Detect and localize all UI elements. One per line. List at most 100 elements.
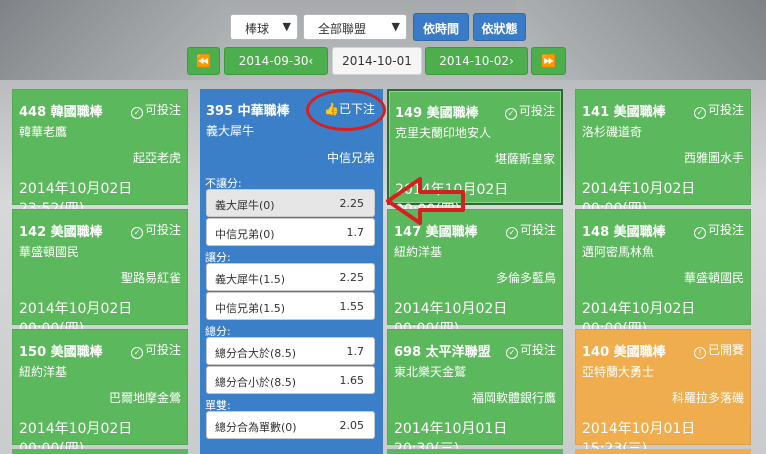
- game-card[interactable]: 147 美國職棒 ✓可投注 紐約洋基 多倫多藍鳥 2014年10月02日 00:…: [387, 209, 563, 337]
- odds-option[interactable]: 總分合小於(8.5) 1.65: [206, 366, 375, 394]
- odds-name: 總分合為單數(0): [215, 421, 297, 434]
- sort-by-time-button[interactable]: 依時間: [413, 13, 469, 41]
- game-status: ! 已開賽: [693, 341, 744, 359]
- odds-option[interactable]: 義大犀牛(0) 2.25: [206, 189, 375, 217]
- current-date-label: 2014-10-01: [342, 54, 412, 68]
- game-title: 149 美國職棒: [395, 106, 479, 121]
- odds-option[interactable]: 總分合大於(8.5) 1.7: [206, 337, 375, 365]
- home-team: 亞特蘭大勇士: [582, 365, 655, 379]
- next-date-button[interactable]: 2014-10-02›: [425, 47, 528, 75]
- away-team: 堪薩斯皇家: [494, 152, 555, 166]
- odds-name: 中信兄弟(0): [215, 228, 275, 241]
- game-card-partial: [387, 449, 563, 454]
- home-team: 韓華老鷹: [19, 125, 68, 139]
- home-team: 克里夫蘭印地安人: [395, 126, 492, 140]
- check-circle-icon: ✓: [505, 347, 518, 359]
- caret-down-icon: ▼: [391, 20, 400, 33]
- odds-name: 中信兄弟(1.5): [215, 302, 286, 315]
- game-title: 141 美國職棒: [582, 105, 666, 120]
- game-status: ✓ 可投注: [505, 341, 556, 359]
- check-circle-icon: ✓: [693, 107, 706, 119]
- sport-select[interactable]: 棒球 ▼: [230, 14, 298, 40]
- game-title: 395 中華職棒: [206, 104, 290, 119]
- away-team: 多倫多藍鳥: [495, 271, 556, 285]
- game-title: 698 太平洋聯盟: [394, 345, 491, 360]
- away-team: 科羅拉多落磯: [671, 391, 744, 405]
- game-card[interactable]: 141 美國職棒 ✓可投注 洛杉磯道奇 西雅圖水手 2014年10月02日 00…: [575, 89, 751, 217]
- last-date-button[interactable]: ⏩: [531, 47, 566, 75]
- odds-option[interactable]: 總分合為單數(0) 2.05: [206, 411, 375, 439]
- check-circle-icon: ✓: [505, 227, 518, 239]
- first-date-button[interactable]: ⏪: [187, 47, 220, 75]
- next-date-label: 2014-10-02: [439, 54, 509, 68]
- game-title: 148 美國職棒: [582, 225, 666, 240]
- odds-value: 1.55: [339, 300, 365, 313]
- game-card[interactable]: 140 美國職棒 ! 已開賽 亞特蘭大勇士 科羅拉多落磯 2014年10月01日 …: [575, 329, 751, 454]
- odds-value: 2.25: [339, 271, 365, 284]
- annotation-arrow-icon: [386, 177, 465, 225]
- fast-backward-icon: ⏪: [196, 54, 211, 68]
- sort-by-status-button[interactable]: 依狀態: [473, 13, 526, 41]
- away-team: 聖路易紅雀: [120, 271, 181, 285]
- game-status: ✓ 可投注: [505, 221, 556, 239]
- game-card[interactable]: 448 韓國職棒 ✓可投注 韓華老鷹 起亞老虎 2014年10月02日 23:5…: [12, 89, 188, 217]
- game-status: ✓ 可投注: [130, 341, 181, 359]
- away-team: 起亞老虎: [132, 151, 181, 165]
- away-team: 中信兄弟: [326, 151, 375, 165]
- home-team: 紐約洋基: [19, 365, 68, 379]
- game-status: ✓ 可投注: [130, 221, 181, 239]
- game-card[interactable]: 142 美國職棒 ✓可投注 華盛頓國民 聖路易紅雀 2014年10月02日 00…: [12, 209, 188, 337]
- odds-value: 2.05: [339, 419, 365, 432]
- odds-name: 總分合大於(8.5): [215, 347, 297, 360]
- game-status: ✓ 可投注: [693, 101, 744, 119]
- away-team: 西雅圖水手: [683, 151, 744, 165]
- fast-forward-icon: ⏩: [541, 54, 556, 68]
- game-card[interactable]: 148 美國職棒 ✓可投注 邁阿密馬林魚 華盛頓國民 2014年10月02日 0…: [575, 209, 751, 337]
- home-team: 華盛頓國民: [19, 245, 80, 259]
- odds-name: 義大犀牛(0): [215, 199, 275, 212]
- away-team: 華盛頓國民: [683, 271, 744, 285]
- sport-select-value: 棒球: [245, 22, 270, 36]
- game-title: 142 美國職棒: [19, 225, 103, 240]
- odds-option[interactable]: 中信兄弟(1.5) 1.55: [206, 292, 375, 320]
- chevron-left-icon: ‹: [308, 54, 314, 68]
- check-circle-icon: ✓: [130, 107, 143, 119]
- check-circle-icon: ✓: [693, 227, 706, 239]
- chevron-right-icon: ›: [508, 54, 514, 68]
- check-circle-icon: ✓: [504, 108, 517, 120]
- game-title: 448 韓國職棒: [19, 105, 103, 120]
- game-card[interactable]: 698 太平洋聯盟 ✓ 可投注 東北樂天金鷲 福岡軟體銀行鷹 2014年10月01…: [387, 329, 563, 454]
- caret-down-icon: ▼: [282, 20, 291, 33]
- game-card-partial: [12, 449, 188, 454]
- away-team: 福岡軟體銀行鷹: [471, 391, 556, 405]
- selected-game-panel[interactable]: 395 中華職棒 👍已下注 義大犀牛 中信兄弟 不讓分: 義大犀牛(0) 2.2…: [200, 89, 383, 454]
- home-team: 洛杉磯道奇: [582, 125, 643, 139]
- league-select-value: 全部聯盟: [318, 22, 367, 36]
- odds-value: 1.7: [346, 345, 365, 358]
- league-select[interactable]: 全部聯盟 ▼: [303, 14, 407, 40]
- away-team: 巴爾地摩金鶯: [108, 391, 181, 405]
- prev-date-label: 2014-09-30: [238, 54, 309, 68]
- home-team: 邁阿密馬林魚: [582, 245, 655, 259]
- annotation-circle: [306, 89, 386, 131]
- home-team: 東北樂天金鷲: [394, 365, 467, 379]
- game-card[interactable]: 150 美國職棒 ✓ 可投注 紐約洋基 巴爾地摩金鶯 2014年10月02日 00…: [12, 329, 188, 454]
- game-title: 140 美國職棒: [582, 345, 666, 360]
- game-status: ✓ 可投注: [693, 221, 744, 239]
- odds-value: 1.65: [339, 374, 365, 387]
- game-status: ✓ 可投注: [504, 102, 555, 120]
- check-circle-icon: ✓: [130, 227, 143, 239]
- odds-name: 總分合小於(8.5): [215, 376, 297, 389]
- odds-name: 義大犀牛(1.5): [215, 273, 286, 286]
- odds-option[interactable]: 中信兄弟(0) 1.7: [206, 218, 375, 246]
- home-team: 義大犀牛: [206, 124, 255, 138]
- odds-value: 1.7: [346, 226, 365, 239]
- current-date-button[interactable]: 2014-10-01: [332, 47, 422, 75]
- game-title: 150 美國職棒: [19, 345, 103, 360]
- prev-date-button[interactable]: 2014-09-30‹: [224, 47, 328, 75]
- home-team: 紐約洋基: [394, 245, 443, 259]
- odds-value: 2.25: [339, 197, 365, 210]
- check-circle-icon: ✓: [130, 347, 143, 359]
- game-status: ✓ 可投注: [130, 101, 181, 119]
- odds-option[interactable]: 義大犀牛(1.5) 2.25: [206, 263, 375, 291]
